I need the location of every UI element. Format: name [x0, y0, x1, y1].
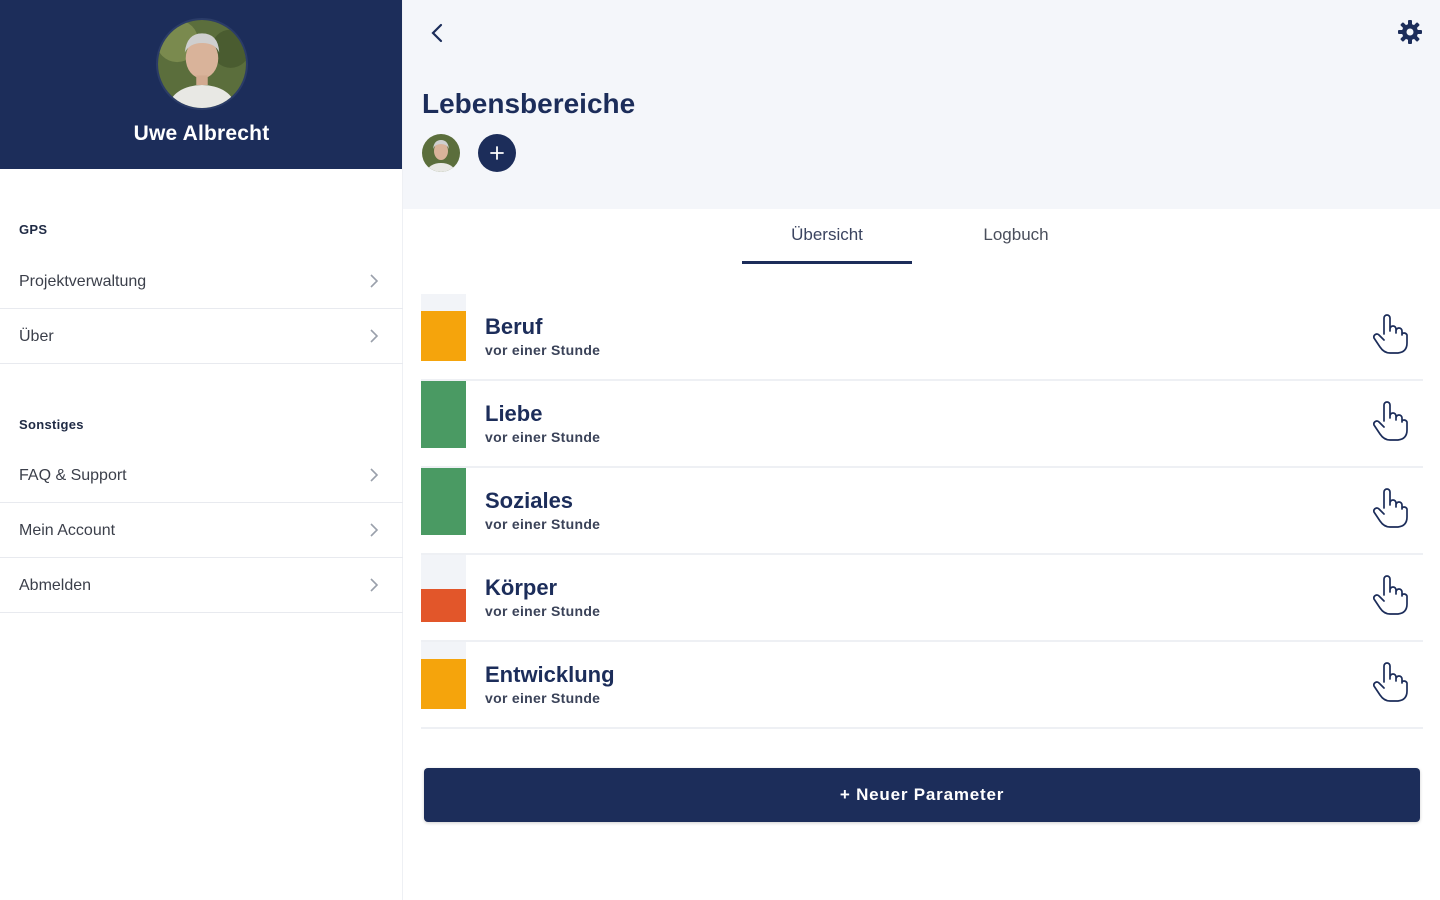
section-label-sonstiges: Sonstiges: [19, 417, 84, 432]
active-tab-indicator: [742, 261, 912, 264]
tab-bar: Übersicht Logbuch: [403, 209, 1440, 269]
list-item[interactable]: Soziales vor einer Stunde: [421, 468, 1423, 555]
tab-uebersicht[interactable]: Übersicht: [742, 225, 912, 245]
area-timestamp: vor einer Stunde: [485, 603, 601, 619]
sidebar-item-mein-account[interactable]: Mein Account: [0, 503, 403, 558]
hand-pointer-icon[interactable]: [1371, 399, 1409, 443]
area-timestamp: vor einer Stunde: [485, 690, 601, 706]
chevron-right-icon: [370, 274, 379, 288]
chevron-left-icon: [431, 23, 443, 43]
settings-button[interactable]: [1396, 18, 1424, 46]
level-bar: [421, 468, 466, 535]
sidebar-item-faq-support[interactable]: FAQ & Support: [0, 448, 403, 503]
sidebar-item-label: Über: [19, 328, 54, 345]
level-bar: [421, 294, 466, 361]
hand-pointer-icon[interactable]: [1371, 312, 1409, 356]
add-member-button[interactable]: [478, 134, 516, 172]
chevron-right-icon: [370, 329, 379, 343]
level-fill: [421, 468, 466, 535]
hand-pointer-icon[interactable]: [1371, 573, 1409, 617]
sidebar-item-abmelden[interactable]: Abmelden: [0, 558, 403, 613]
chevron-right-icon: [370, 523, 379, 537]
list-item[interactable]: Entwicklung vor einer Stunde: [421, 642, 1423, 729]
plus-icon: [490, 146, 504, 160]
level-fill: [421, 658, 466, 709]
level-bar: [421, 642, 466, 709]
sidebar-item-label: Abmelden: [19, 577, 92, 594]
sidebar-item-label: Mein Account: [19, 522, 116, 539]
area-title: Körper: [485, 575, 558, 600]
main-panel: Lebensbereiche Übersicht Logbuch Beruf v…: [403, 0, 1440, 900]
area-title: Entwicklung: [485, 662, 615, 687]
hand-pointer-icon[interactable]: [1371, 486, 1409, 530]
area-title: Soziales: [485, 488, 574, 513]
section-label-gps: GPS: [19, 222, 48, 237]
sidebar-item-label: Projektverwaltung: [19, 273, 147, 290]
profile-header: Uwe Albrecht: [0, 0, 402, 169]
level-fill: [421, 381, 466, 448]
new-parameter-button[interactable]: + Neuer Parameter: [424, 768, 1420, 822]
avatar-photo-icon: [158, 20, 246, 108]
list-item[interactable]: Liebe vor einer Stunde: [421, 381, 1423, 468]
area-title: Beruf: [485, 314, 543, 339]
area-title: Liebe: [485, 401, 543, 426]
page-title: Lebensbereiche: [422, 88, 636, 119]
avatar-photo-icon: [422, 134, 460, 172]
chevron-right-icon: [370, 468, 379, 482]
level-bar: [421, 555, 466, 622]
sidebar-item-projektverwaltung[interactable]: Projektverwaltung: [0, 254, 403, 309]
hand-pointer-icon[interactable]: [1371, 660, 1409, 704]
sidebar-item-label: FAQ & Support: [19, 467, 127, 484]
avatar[interactable]: [156, 18, 248, 110]
user-name: Uwe Albrecht: [133, 122, 270, 145]
list-item[interactable]: Körper vor einer Stunde: [421, 555, 1423, 642]
level-fill: [421, 310, 466, 361]
list-item[interactable]: Beruf vor einer Stunde: [421, 294, 1423, 381]
gear-icon: [1398, 20, 1422, 44]
area-timestamp: vor einer Stunde: [485, 429, 601, 445]
area-timestamp: vor einer Stunde: [485, 516, 601, 532]
member-avatar[interactable]: [422, 134, 460, 172]
areas-list: Beruf vor einer Stunde Liebe vor einer S…: [421, 294, 1423, 729]
tab-logbuch[interactable]: Logbuch: [931, 225, 1101, 245]
level-bar: [421, 381, 466, 448]
page-header: Lebensbereiche: [403, 0, 1440, 209]
back-button[interactable]: [425, 20, 451, 46]
sidebar: Uwe Albrecht GPS Projektverwaltung Über …: [0, 0, 403, 900]
area-timestamp: vor einer Stunde: [485, 342, 601, 358]
sidebar-item-ueber[interactable]: Über: [0, 309, 403, 364]
chevron-right-icon: [370, 578, 379, 592]
level-fill: [421, 588, 466, 622]
